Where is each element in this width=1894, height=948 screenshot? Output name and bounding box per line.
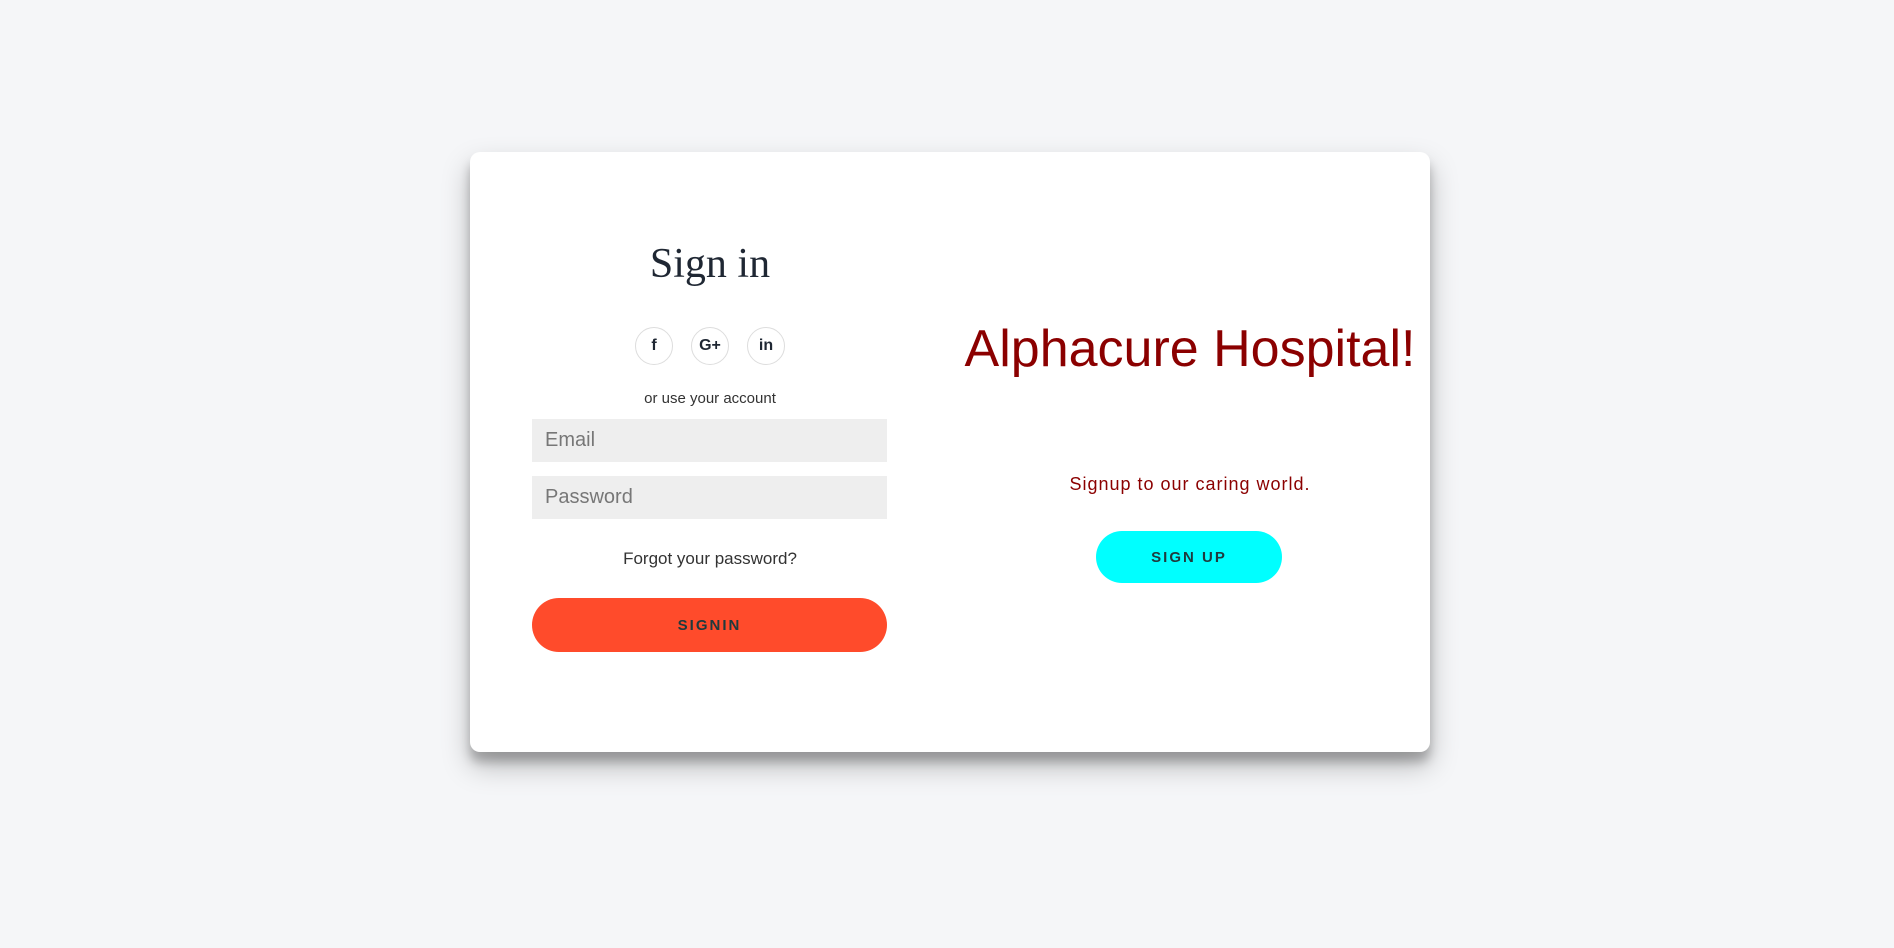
auth-card: Sign in f G+ in or use your account Forg…	[470, 152, 1430, 752]
tagline: Signup to our caring world.	[1069, 474, 1311, 494]
facebook-glyph: f	[651, 337, 657, 354]
signin-title: Sign in	[649, 241, 771, 287]
alt-login-text: or use your account	[644, 390, 776, 407]
password-field[interactable]	[532, 476, 887, 519]
social-login-group: f G+ in	[470, 327, 950, 365]
linkedin-icon[interactable]: in	[747, 327, 785, 365]
email-field[interactable]	[532, 419, 887, 462]
facebook-icon[interactable]: f	[635, 327, 673, 365]
signup-button[interactable]: SIGN UP	[1096, 531, 1282, 583]
signup-overlay-panel: Alphacure Hospital! Signup to our caring…	[950, 152, 1430, 752]
signin-panel: Sign in f G+ in or use your account Forg…	[470, 152, 950, 752]
forgot-password-link[interactable]: Forgot your password?	[470, 549, 950, 569]
google-plus-glyph: G+	[699, 337, 721, 354]
signin-button[interactable]: SIGNIN	[532, 598, 887, 652]
linkedin-glyph: in	[758, 337, 774, 354]
google-plus-icon[interactable]: G+	[691, 327, 729, 365]
brand-heading: Alphacure Hospital!	[950, 319, 1430, 379]
brand-text: Alphacure Hospital!	[964, 320, 1416, 378]
